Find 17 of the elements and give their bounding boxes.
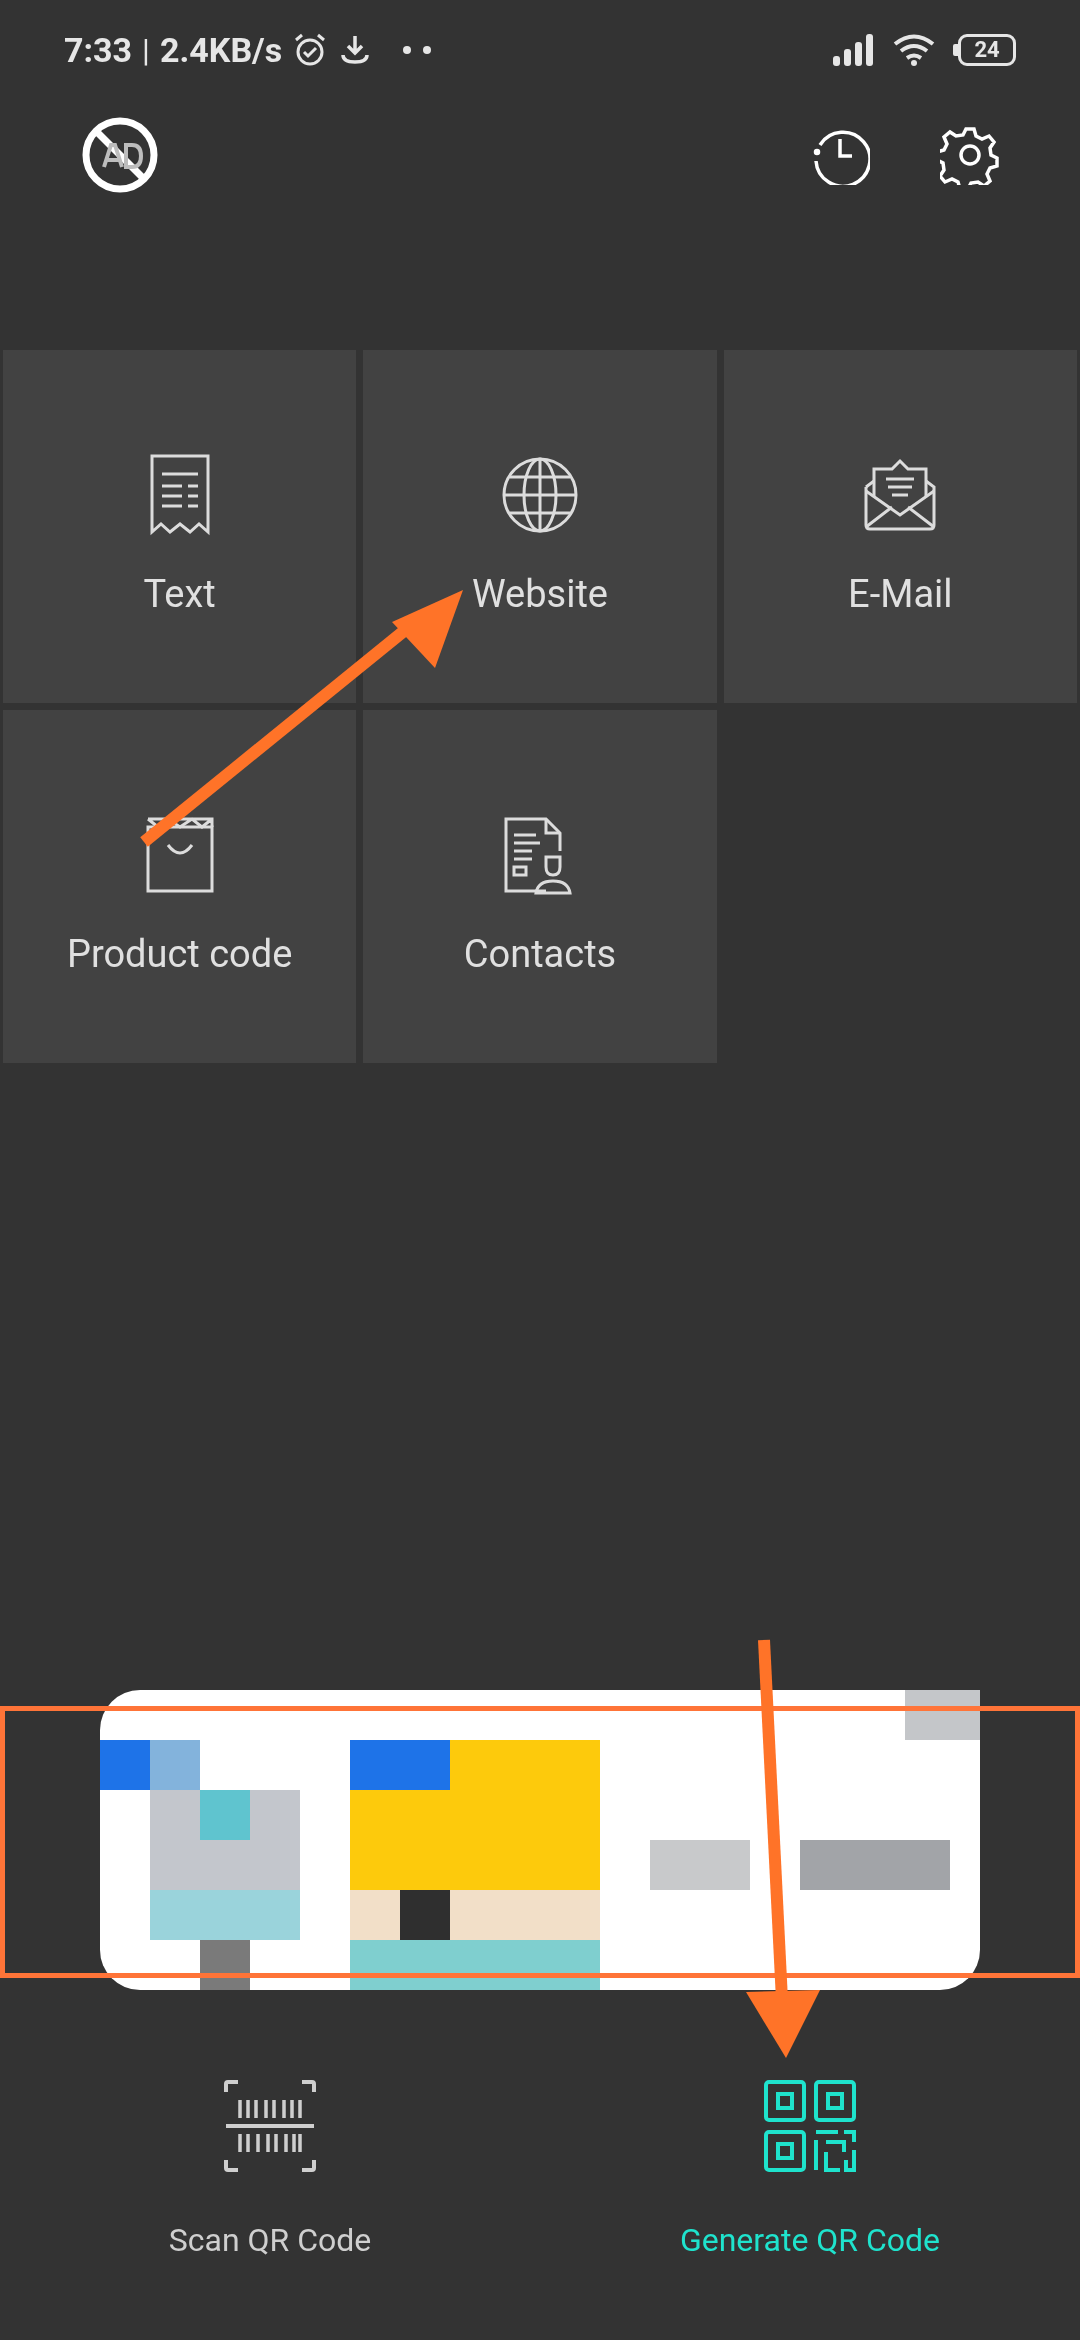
tile-button[interactable]: Product code: [3, 710, 357, 1063]
more-dots-icon: [402, 45, 433, 55]
nav-tab[interactable]: Scan QR Code: [0, 2030, 540, 2340]
qr-code-icon: [762, 2078, 858, 2174]
signal-icon: [833, 34, 875, 66]
no-ads-icon[interactable]: [80, 115, 160, 195]
tile-button[interactable]: Website: [363, 350, 717, 703]
tile-button[interactable]: Text: [3, 350, 357, 703]
tile-button[interactable]: E-Mail: [723, 350, 1077, 703]
status-time: 7:33: [64, 28, 133, 72]
nav-tab[interactable]: Generate QR Code: [540, 2030, 1080, 2340]
tile-button[interactable]: Contacts: [363, 710, 717, 1063]
barcode-scanner-icon: [222, 2078, 318, 2174]
status-separator: |: [142, 30, 150, 71]
network-speed: 2.4KB/s: [159, 28, 283, 72]
settings-icon[interactable]: [940, 125, 1000, 185]
wifi-icon: [893, 33, 935, 67]
